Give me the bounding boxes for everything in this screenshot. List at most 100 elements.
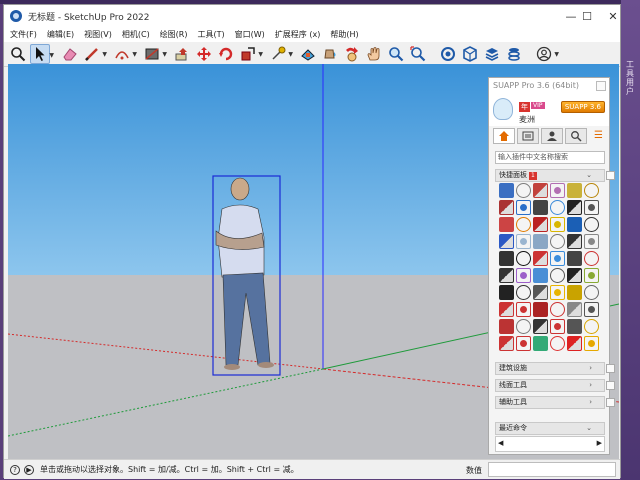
info-icon[interactable]: ▶: [24, 464, 34, 475]
plugin-tool-icon[interactable]: [550, 251, 565, 266]
popout-icon[interactable]: [606, 381, 615, 390]
push-pull-icon[interactable]: [172, 44, 192, 64]
panel-close-button[interactable]: [596, 81, 606, 91]
menu-item[interactable]: 窗口(W): [235, 29, 265, 40]
close-button[interactable]: ✕: [598, 5, 628, 27]
plugin-tool-icon[interactable]: [516, 285, 531, 300]
plugin-tool-icon[interactable]: [499, 234, 514, 249]
plugin-tool-icon[interactable]: [584, 319, 599, 334]
paint-bucket-icon[interactable]: [320, 44, 340, 64]
plugin-tool-icon[interactable]: [533, 251, 548, 266]
menu-item[interactable]: 工具(T): [198, 29, 225, 40]
plugin-tool-icon[interactable]: [499, 183, 514, 198]
popout-icon[interactable]: [606, 364, 615, 373]
orbit-icon[interactable]: [342, 44, 362, 64]
plugin-tool-icon[interactable]: [567, 319, 582, 334]
extension-icon[interactable]: [460, 44, 480, 64]
plugin-tool-icon[interactable]: [584, 302, 599, 317]
scroll-right-icon[interactable]: ▶: [597, 439, 602, 447]
scroll-left-icon[interactable]: ◀: [498, 439, 503, 447]
plugin-tool-icon[interactable]: [499, 302, 514, 317]
move-icon[interactable]: [194, 44, 214, 64]
plugin-tool-icon[interactable]: [584, 268, 599, 283]
plugin-tool-icon[interactable]: [567, 234, 582, 249]
plugin-tool-icon[interactable]: [567, 183, 582, 198]
select-arrow-icon[interactable]: ▼: [30, 44, 54, 64]
geo-location-icon[interactable]: ?: [10, 464, 20, 475]
quick-panel-header[interactable]: 快捷面板 1 ⌄: [495, 169, 615, 182]
plugin-tool-icon[interactable]: [550, 268, 565, 283]
plugin-tool-icon[interactable]: [567, 302, 582, 317]
menu-item[interactable]: 扩展程序 (x): [275, 29, 321, 40]
plugin-tool-icon[interactable]: [550, 285, 565, 300]
plugin-tool-icon[interactable]: [584, 251, 599, 266]
plugin-tool-icon[interactable]: [533, 200, 548, 215]
zoom-icon[interactable]: [386, 44, 406, 64]
plugin-tool-icon[interactable]: [567, 251, 582, 266]
plugin-tool-icon[interactable]: [584, 336, 599, 351]
plugin-tool-icon[interactable]: [499, 268, 514, 283]
menu-item[interactable]: 绘图(R): [160, 29, 188, 40]
plugin-tool-icon[interactable]: [533, 217, 548, 232]
panel-menu-icon[interactable]: ☰: [594, 130, 603, 141]
menu-item[interactable]: 相机(C): [122, 29, 150, 40]
scale-icon[interactable]: ▼: [238, 44, 263, 64]
arc-icon[interactable]: ▼: [112, 44, 137, 64]
plugin-tool-icon[interactable]: [516, 336, 531, 351]
account-icon[interactable]: ▼: [534, 44, 559, 64]
plugin-tool-icon[interactable]: [516, 302, 531, 317]
menu-item[interactable]: 视图(V): [84, 29, 112, 40]
menu-item[interactable]: 编辑(E): [47, 29, 74, 40]
plugin-tool-icon[interactable]: [533, 268, 548, 283]
tab-search[interactable]: [565, 128, 587, 144]
section-plane-icon[interactable]: [298, 44, 318, 64]
plugin-tool-icon[interactable]: [550, 217, 565, 232]
section-line-face-tools[interactable]: 线面工具 ›: [495, 379, 615, 392]
avatar[interactable]: [493, 98, 513, 120]
plugin-tool-icon[interactable]: [499, 217, 514, 232]
rotate-icon[interactable]: [216, 44, 236, 64]
plugin-tool-icon[interactable]: [516, 251, 531, 266]
warehouse-icon[interactable]: [438, 44, 458, 64]
plugin-tool-icon[interactable]: [567, 217, 582, 232]
plugin-tool-icon[interactable]: [584, 183, 599, 198]
plugin-tool-icon[interactable]: [499, 200, 514, 215]
plugin-tool-icon[interactable]: [516, 217, 531, 232]
plugin-tool-icon[interactable]: [550, 200, 565, 215]
plugin-tool-icon[interactable]: [533, 336, 548, 351]
plugin-tool-icon[interactable]: [550, 183, 565, 198]
menu-item[interactable]: 文件(F): [10, 29, 37, 40]
plugin-tool-icon[interactable]: [516, 183, 531, 198]
plugin-tool-icon[interactable]: [550, 302, 565, 317]
eraser-icon[interactable]: [60, 44, 80, 64]
plugin-tool-icon[interactable]: [533, 183, 548, 198]
plugin-tool-icon[interactable]: [584, 200, 599, 215]
popout-icon[interactable]: [606, 398, 615, 407]
tab-list[interactable]: [517, 128, 539, 144]
plugin-tool-icon[interactable]: [550, 319, 565, 334]
plugin-search-input[interactable]: 输入插件中文名称搜索: [495, 151, 605, 164]
recent-commands-scroll[interactable]: ◀ ▶: [495, 436, 605, 452]
plugin-tool-icon[interactable]: [567, 200, 582, 215]
plugin-tool-icon[interactable]: [499, 251, 514, 266]
rectangle-icon[interactable]: ▼: [142, 44, 167, 64]
pencil-line-icon[interactable]: ▼: [82, 44, 107, 64]
layers-icon[interactable]: [482, 44, 502, 64]
tab-home[interactable]: [493, 128, 515, 144]
stack-icon[interactable]: [504, 44, 524, 64]
plugin-tool-icon[interactable]: [550, 336, 565, 351]
tab-user[interactable]: [541, 128, 563, 144]
plugin-tool-icon[interactable]: [516, 234, 531, 249]
section-aux-tools[interactable]: 辅助工具 ›: [495, 396, 615, 409]
plugin-tool-icon[interactable]: [499, 319, 514, 334]
plugin-tool-icon[interactable]: [567, 268, 582, 283]
plugin-tool-icon[interactable]: [567, 285, 582, 300]
version-badge[interactable]: SUAPP 3.6: [560, 101, 605, 113]
plugin-tool-icon[interactable]: [533, 319, 548, 334]
plugin-tool-icon[interactable]: [533, 285, 548, 300]
pan-icon[interactable]: [364, 44, 384, 64]
plugin-tool-icon[interactable]: [516, 319, 531, 334]
measurements-input[interactable]: [488, 462, 616, 477]
plugin-tool-icon[interactable]: [584, 285, 599, 300]
plugin-tool-icon[interactable]: [533, 302, 548, 317]
